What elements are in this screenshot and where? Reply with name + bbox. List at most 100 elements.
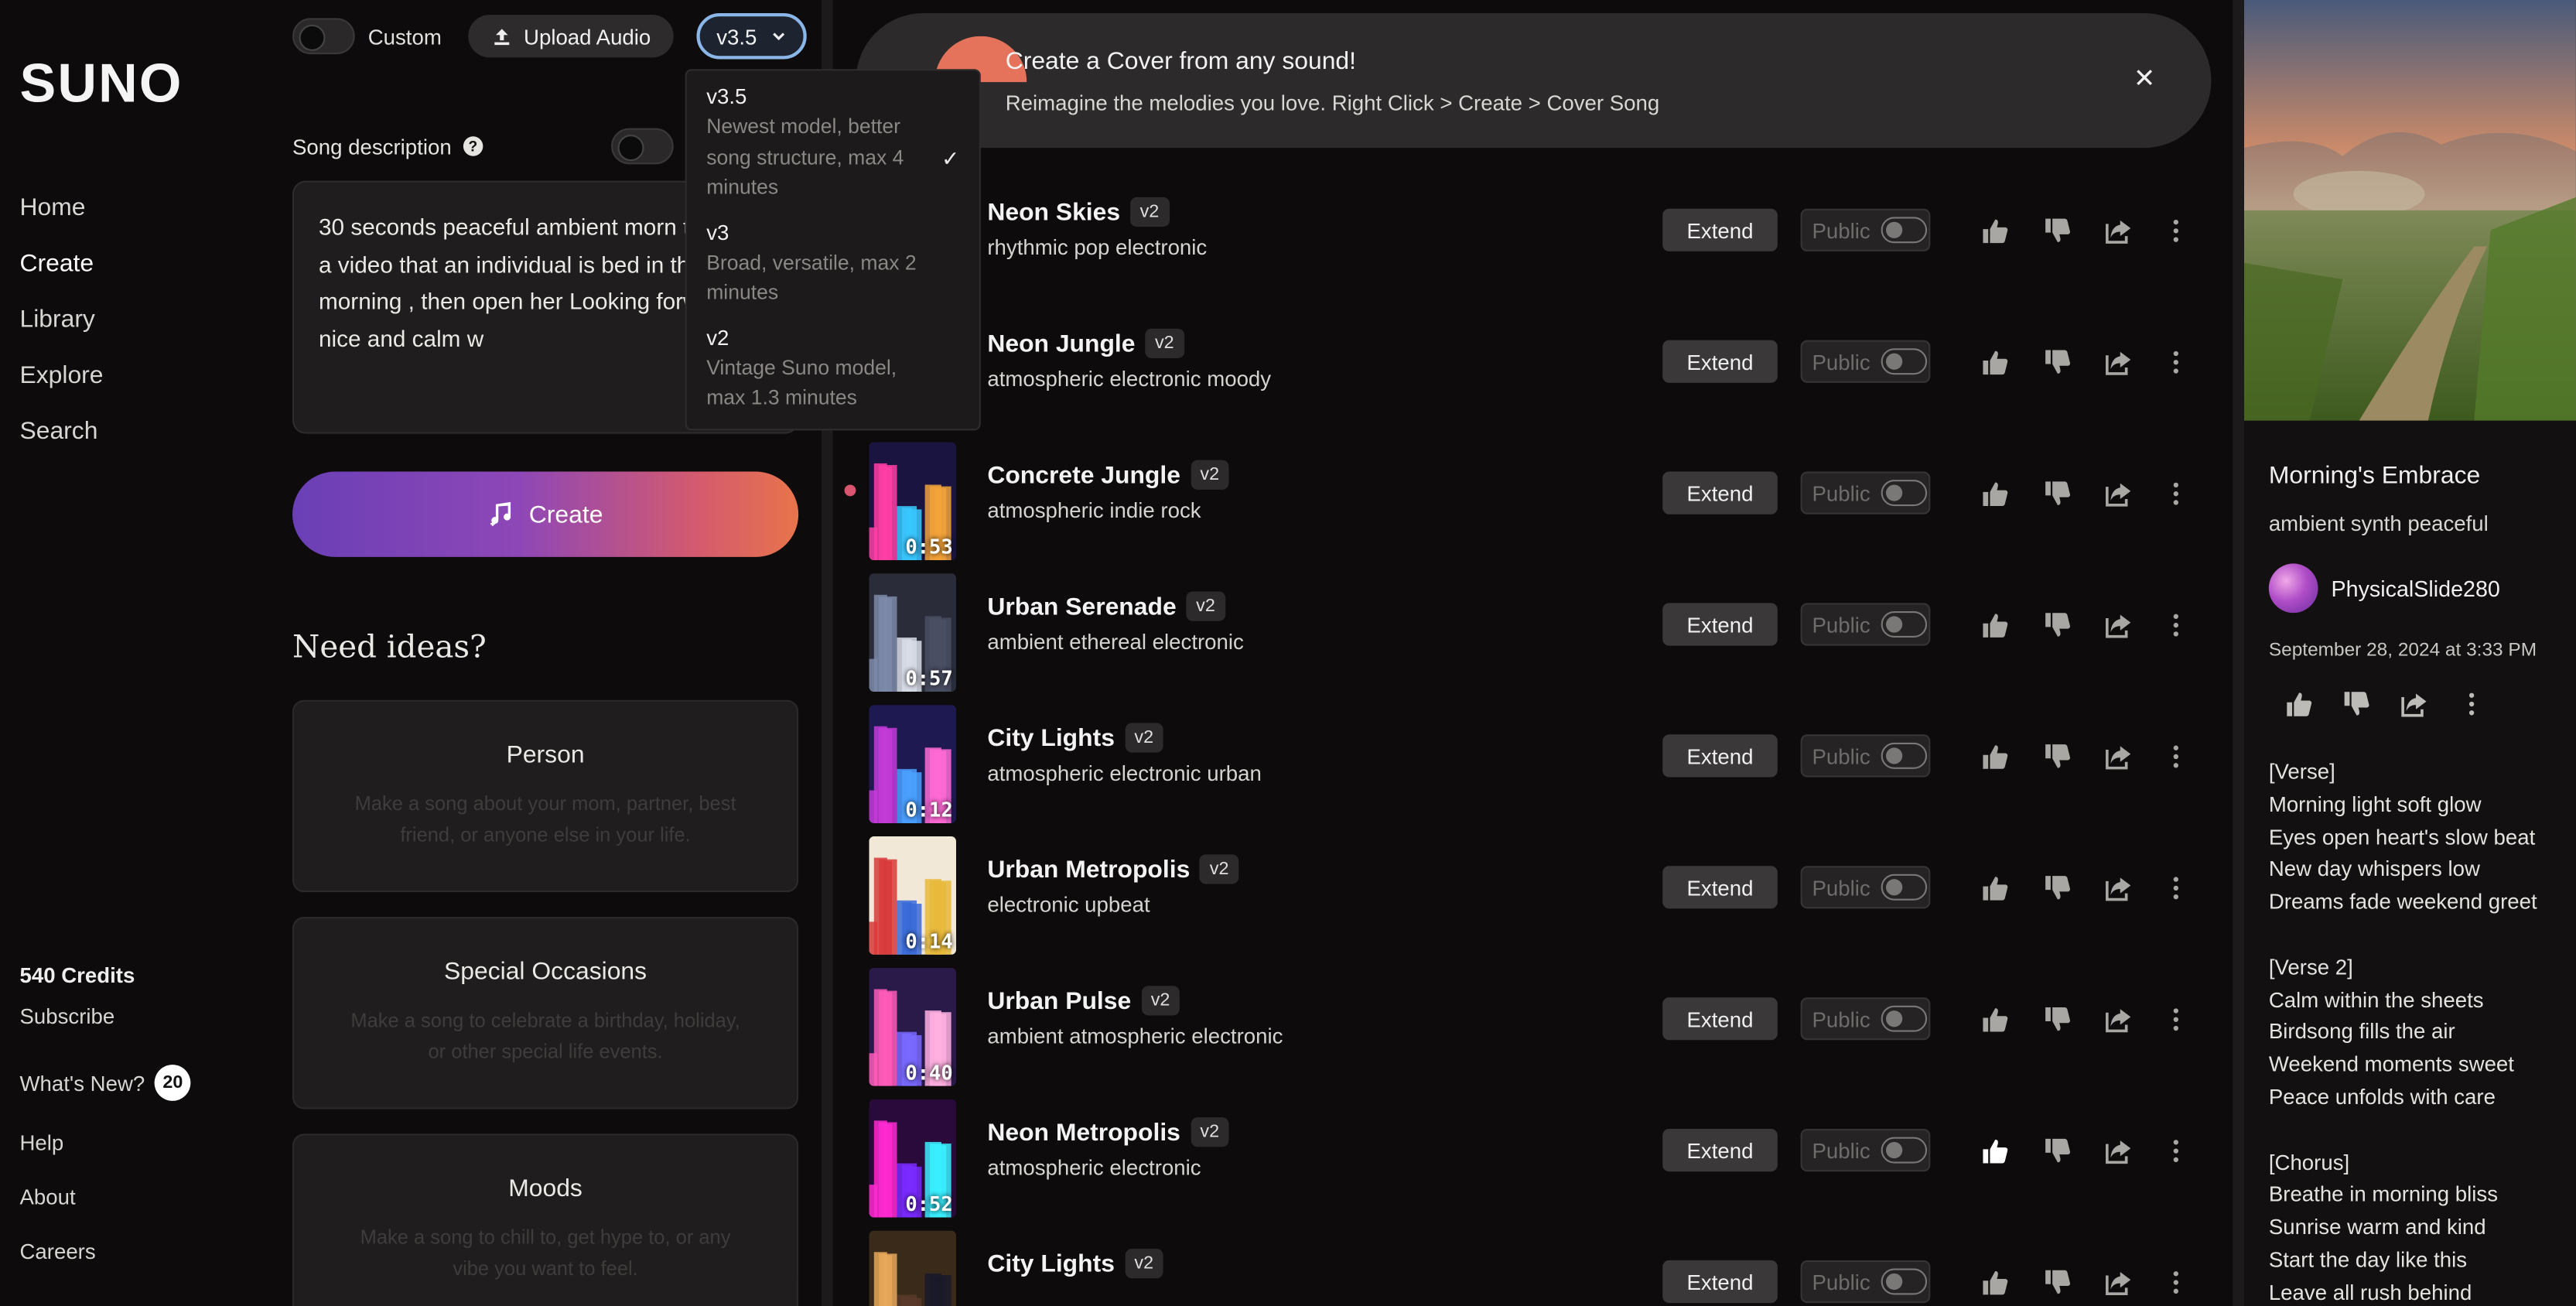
public-toggle-button[interactable]: Public [1800, 208, 1931, 251]
song-title[interactable]: City Lights v2 [987, 723, 1163, 753]
song-title[interactable]: Neon Skies v2 [987, 197, 1170, 227]
public-toggle-button[interactable]: Public [1800, 866, 1931, 909]
create-button[interactable]: Create [292, 471, 799, 557]
song-thumbnail[interactable]: 0:40 [869, 967, 956, 1086]
share-icon[interactable] [2101, 214, 2134, 246]
help-link[interactable]: Help [19, 1130, 190, 1155]
public-switch[interactable] [1881, 874, 1928, 901]
version-option-v3[interactable]: v3 Broad, versatile, max 2 minutes [706, 220, 959, 309]
song-row[interactable]: Neon Skies v2 rhythmic pop electronic Ex… [833, 173, 2233, 304]
song-thumbnail[interactable]: 0:12 [869, 705, 956, 823]
about-link[interactable]: About [19, 1185, 190, 1209]
thumbs-down-icon[interactable] [2041, 1265, 2073, 1297]
song-thumbnail[interactable]: 0:57 [869, 573, 956, 692]
extend-button[interactable]: Extend [1662, 866, 1778, 909]
song-thumbnail[interactable]: 0:53 [869, 442, 956, 561]
thumbs-up-icon[interactable] [1978, 1133, 2011, 1166]
thumbs-down-icon[interactable] [2041, 1002, 2073, 1034]
more-icon[interactable] [2159, 1133, 2192, 1166]
song-style[interactable]: atmospheric electronic [987, 1155, 1201, 1180]
extend-button[interactable]: Extend [1662, 997, 1778, 1041]
extend-button[interactable]: Extend [1662, 340, 1778, 383]
model-version-select[interactable]: v3.5 [696, 12, 807, 60]
share-icon[interactable] [2101, 871, 2134, 904]
share-icon[interactable] [2101, 1133, 2134, 1166]
public-toggle-button[interactable]: Public [1800, 1260, 1931, 1304]
thumbs-up-icon[interactable] [1978, 1002, 2011, 1034]
song-style[interactable]: ambient ethereal electronic [987, 629, 1243, 654]
thumbs-down-icon[interactable] [2041, 871, 2073, 904]
song-row[interactable]: City Lights v2 Extend Public [833, 1224, 2233, 1306]
song-style[interactable]: rhythmic pop electronic [987, 235, 1207, 260]
public-switch[interactable] [1881, 480, 1928, 507]
song-style[interactable]: atmospheric indie rock [987, 497, 1201, 522]
more-icon[interactable] [2458, 690, 2485, 718]
share-icon[interactable] [2101, 1002, 2134, 1034]
thumbs-up-icon[interactable] [1978, 740, 2011, 772]
extend-button[interactable]: Extend [1662, 1260, 1778, 1304]
close-icon[interactable]: ✕ [2134, 63, 2155, 95]
public-toggle-button[interactable]: Public [1800, 734, 1931, 778]
more-icon[interactable] [2159, 477, 2192, 509]
share-icon[interactable] [2101, 740, 2134, 772]
extend-button[interactable]: Extend [1662, 471, 1778, 515]
thumbs-down-icon[interactable] [2041, 1133, 2073, 1166]
cover-promo-banner[interactable]: Create a Cover from any sound! Reimagine… [856, 12, 2212, 149]
song-title-text[interactable]: Neon Skies [987, 198, 1120, 226]
avatar[interactable] [2268, 563, 2318, 614]
song-title[interactable]: Urban Metropolis v2 [987, 854, 1239, 884]
nav-home[interactable]: Home [19, 194, 103, 227]
nav-search[interactable]: Search [19, 417, 103, 450]
song-thumbnail[interactable]: 0:52 [869, 1099, 956, 1218]
more-icon[interactable] [2159, 214, 2192, 246]
song-row[interactable]: 0:53 Concrete Jungle v2 atmospheric indi… [833, 436, 2233, 567]
public-switch[interactable] [1881, 611, 1928, 638]
song-title[interactable]: Urban Serenade v2 [987, 591, 1225, 621]
more-icon[interactable] [2159, 608, 2192, 641]
song-title[interactable]: Neon Metropolis v2 [987, 1117, 1229, 1147]
song-title[interactable]: City Lights v2 [987, 1249, 1163, 1279]
share-icon[interactable] [2101, 608, 2134, 641]
song-style[interactable]: electronic upbeat [987, 892, 1150, 917]
thumbs-down-icon[interactable] [2342, 690, 2370, 718]
public-toggle-button[interactable]: Public [1800, 603, 1931, 646]
share-icon[interactable] [2101, 345, 2134, 378]
song-title-text[interactable]: Urban Pulse [987, 986, 1131, 1014]
thumbs-down-icon[interactable] [2041, 345, 2073, 378]
careers-link[interactable]: Careers [19, 1239, 190, 1263]
public-switch[interactable] [1881, 1137, 1928, 1164]
more-icon[interactable] [2159, 740, 2192, 772]
version-option-v3-5[interactable]: v3.5 Newest model, better song structure… [706, 84, 959, 203]
upload-audio-button[interactable]: Upload Audio [467, 15, 675, 58]
thumbs-down-icon[interactable] [2041, 608, 2073, 641]
thumbs-up-icon[interactable] [1978, 345, 2011, 378]
extend-button[interactable]: Extend [1662, 603, 1778, 646]
song-title-text[interactable]: City Lights [987, 723, 1115, 751]
suno-logo[interactable]: SUNO [19, 53, 183, 115]
idea-card-moods[interactable]: Moods Make a song to chill to, get hype … [292, 1133, 799, 1306]
song-title[interactable]: Urban Pulse v2 [987, 986, 1180, 1016]
panel-divider[interactable] [2233, 0, 2244, 1306]
more-icon[interactable] [2159, 1265, 2192, 1297]
song-row[interactable]: 0:52 Neon Metropolis v2 atmospheric elec… [833, 1092, 2233, 1224]
more-icon[interactable] [2159, 871, 2192, 904]
song-thumbnail[interactable] [869, 1230, 956, 1306]
public-switch[interactable] [1881, 742, 1928, 769]
detail-user[interactable]: PhysicalSlide280 [2268, 563, 2500, 614]
thumbs-up-icon[interactable] [1978, 608, 2011, 641]
whats-new-link[interactable]: What's New? 20 [19, 1065, 191, 1101]
thumbs-up-icon[interactable] [1978, 1265, 2011, 1297]
custom-toggle[interactable] [292, 18, 355, 55]
share-icon[interactable] [2400, 690, 2428, 718]
song-style[interactable]: atmospheric electronic moody [987, 367, 1271, 391]
version-option-v2[interactable]: v2 Vintage Suno model, max 1.3 minutes [706, 324, 959, 413]
share-icon[interactable] [2101, 1265, 2134, 1297]
instrumental-toggle[interactable] [611, 128, 674, 165]
song-style[interactable]: ambient atmospheric electronic [987, 1024, 1283, 1048]
song-title[interactable]: Concrete Jungle v2 [987, 460, 1229, 490]
extend-button[interactable]: Extend [1662, 208, 1778, 251]
song-title-text[interactable]: Neon Jungle [987, 330, 1135, 357]
song-row[interactable]: 0:57 Urban Serenade v2 ambient ethereal … [833, 567, 2233, 699]
thumbs-down-icon[interactable] [2041, 740, 2073, 772]
song-title-text[interactable]: Urban Metropolis [987, 855, 1190, 883]
